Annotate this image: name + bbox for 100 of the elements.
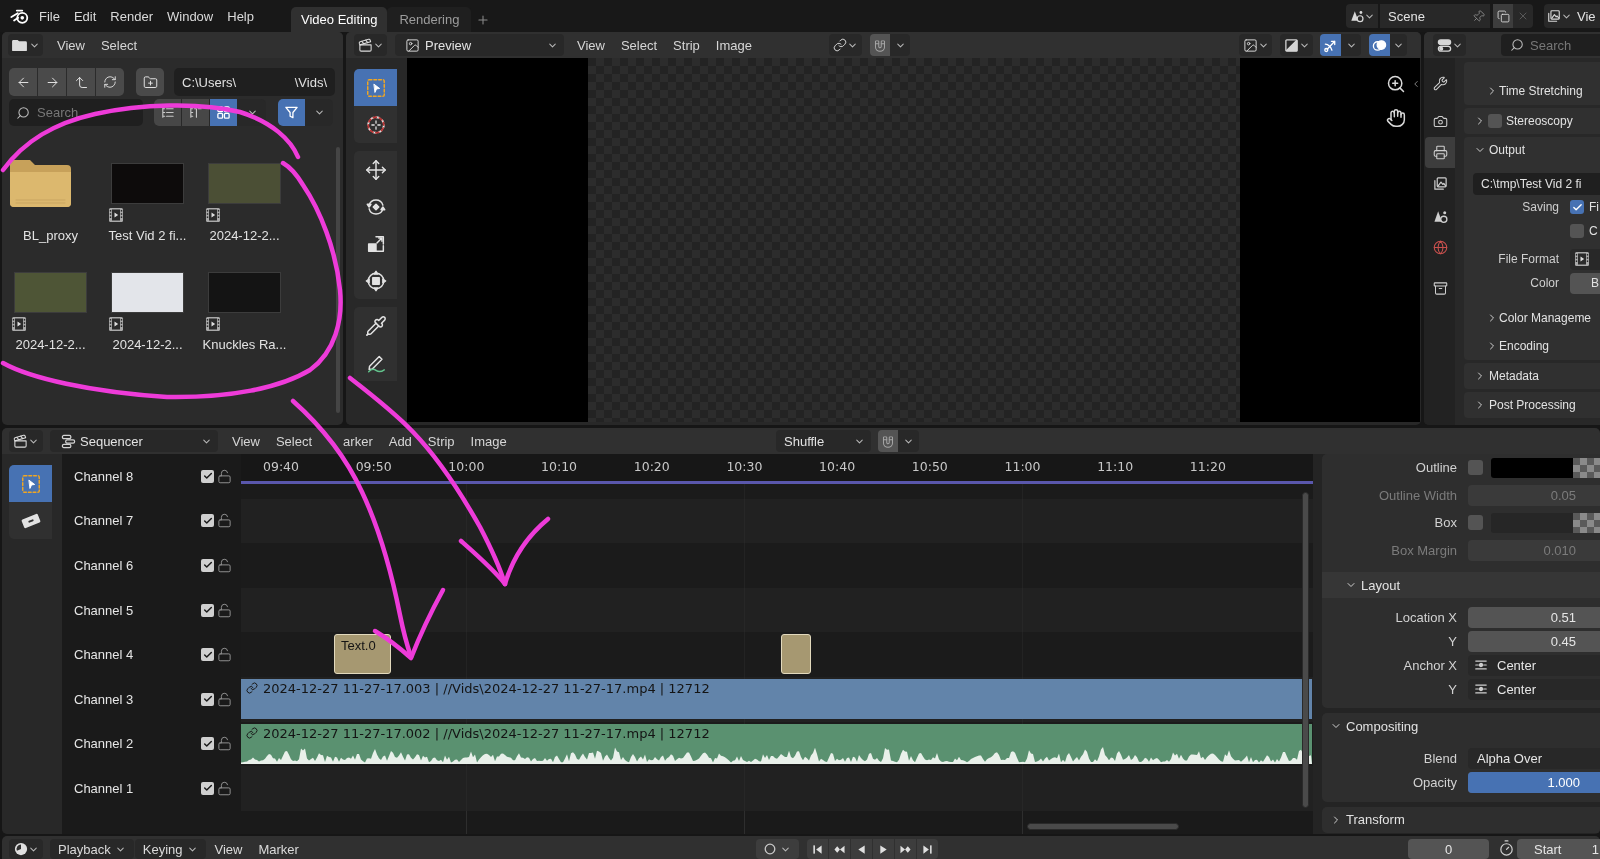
checkbox[interactable] <box>201 781 214 795</box>
menu-item[interactable]: View <box>49 34 93 56</box>
lock-open-icon[interactable] <box>217 513 232 529</box>
thumbnail-placeholder[interactable] <box>111 163 184 204</box>
gizmo-options-button[interactable] <box>1341 34 1361 56</box>
checkbox[interactable] <box>1468 460 1483 476</box>
new-folder-button[interactable] <box>136 68 164 96</box>
workspace-tab[interactable]: Video Editing <box>291 7 388 32</box>
text-strip[interactable]: Text.0 <box>334 634 391 675</box>
menu-item[interactable]: arker <box>320 430 381 452</box>
lock-open-icon[interactable] <box>217 468 232 484</box>
back-button[interactable] <box>9 68 37 96</box>
menu-item[interactable]: Image <box>707 34 760 56</box>
text-strip[interactable] <box>781 634 811 675</box>
menu-item[interactable]: Window <box>160 5 221 27</box>
stopwatch-icon[interactable] <box>1498 839 1515 857</box>
menu-item[interactable]: File <box>32 5 67 27</box>
menu-item[interactable]: Marker <box>250 839 307 859</box>
parent-folder-button[interactable] <box>67 68 95 96</box>
playback-button[interactable] <box>917 839 938 859</box>
menu-item[interactable]: Help <box>220 5 261 27</box>
search-field[interactable]: Search <box>1501 34 1600 56</box>
forward-button[interactable] <box>38 68 66 96</box>
section-title[interactable]: Stereoscopy <box>1506 115 1573 127</box>
editor-type-button[interactable] <box>9 430 43 452</box>
overlay-toggle[interactable] <box>1369 34 1390 56</box>
number-field[interactable]: 0.45 <box>1468 631 1600 653</box>
current-frame-field[interactable]: 0 <box>1408 839 1489 859</box>
workspace-tab[interactable]: Rendering <box>387 7 472 32</box>
properties-tab[interactable] <box>1425 137 1455 168</box>
scrollbar[interactable] <box>336 147 340 413</box>
color-swatch[interactable] <box>1491 457 1600 478</box>
format-dropdown[interactable] <box>1570 248 1600 270</box>
tool-button[interactable] <box>354 344 397 381</box>
section-title[interactable]: Compositing <box>1346 719 1419 733</box>
anchor-dropdown[interactable]: Center <box>1468 678 1600 700</box>
checkbox[interactable] <box>201 514 214 528</box>
menu-item[interactable]: Select <box>92 34 146 56</box>
menu-item[interactable]: Add <box>380 430 420 452</box>
checkbox[interactable] <box>201 469 214 483</box>
editor-type-button[interactable] <box>354 34 387 56</box>
tool-button[interactable] <box>354 151 397 188</box>
checkbox-label[interactable]: C <box>1589 225 1598 237</box>
checkbox[interactable] <box>201 648 214 662</box>
snap-options-button[interactable] <box>890 34 910 56</box>
opacity-slider[interactable]: 1.000 <box>1468 772 1600 794</box>
playback-button[interactable] <box>895 839 916 859</box>
file-name[interactable]: Test Vid 2 fi... <box>108 228 187 244</box>
file-name[interactable]: BL_proxy <box>23 228 78 244</box>
link-button[interactable] <box>829 34 862 56</box>
file-name[interactable]: Knuckles Ra... <box>202 337 287 353</box>
playback-button[interactable] <box>807 839 828 859</box>
section-title[interactable]: Layout <box>1361 578 1401 592</box>
playback-button[interactable] <box>851 839 872 859</box>
color-swatch[interactable] <box>1491 512 1600 533</box>
menu-dropdown[interactable]: Keying <box>134 839 206 859</box>
anchor-dropdown[interactable]: Center <box>1468 654 1600 676</box>
overlap-mode-dropdown[interactable]: Shuffle <box>776 430 871 452</box>
copy-button[interactable] <box>1493 4 1513 28</box>
tool-button[interactable] <box>354 262 397 299</box>
menu-item[interactable]: Render <box>103 5 160 27</box>
section-title[interactable]: Post Processing <box>1489 399 1576 411</box>
lock-open-icon[interactable] <box>217 691 232 707</box>
file-name[interactable]: 2024-12-2... <box>112 337 183 353</box>
path-field[interactable]: C:\tmp\Test Vid 2 fi <box>1473 173 1600 195</box>
hand-icon[interactable] <box>1386 108 1406 128</box>
gizmo-toggle[interactable] <box>1320 34 1341 56</box>
menu-item[interactable]: View <box>224 430 268 452</box>
section-title[interactable]: Color Manageme <box>1499 312 1592 324</box>
menu-item[interactable]: Select <box>267 430 321 452</box>
blend-dropdown[interactable]: Alpha Over <box>1468 748 1600 770</box>
menu-item[interactable]: View <box>206 839 251 859</box>
checkbox[interactable] <box>1468 515 1483 531</box>
section-title[interactable]: Encoding <box>1499 340 1550 352</box>
menu-item[interactable]: Image <box>462 430 515 452</box>
menu-item[interactable]: Strip <box>419 430 463 452</box>
thumbnail-placeholder[interactable] <box>208 163 281 204</box>
start-frame-field[interactable]: Start 1 <box>1517 839 1600 859</box>
editor-type-button[interactable] <box>9 839 43 859</box>
menu-item[interactable]: Strip <box>665 34 708 56</box>
tool-button[interactable] <box>9 502 52 539</box>
refresh-button[interactable] <box>96 68 124 96</box>
movie-strip[interactable]: 2024-12-27 11-27-17.003 | //Vids\2024-12-27 11-27-17.mp4 | 12712 <box>241 678 1312 719</box>
image-display-button[interactable] <box>1239 34 1272 56</box>
lock-open-icon[interactable] <box>217 647 232 663</box>
tool-button[interactable] <box>354 307 397 344</box>
checkbox-label[interactable]: Fi <box>1589 201 1599 213</box>
section-title[interactable]: Time Stretching <box>1499 85 1583 97</box>
checkbox[interactable] <box>1570 224 1584 238</box>
menu-item[interactable]: View <box>569 34 613 56</box>
thumbnail-placeholder[interactable] <box>14 272 87 313</box>
section-title[interactable]: Output <box>1489 144 1526 156</box>
view-mode-dropdown[interactable]: Preview <box>395 34 564 56</box>
checkbox[interactable] <box>1570 200 1584 214</box>
scene-name-field[interactable]: Scene <box>1380 4 1490 28</box>
menu-item[interactable]: Edit <box>66 5 104 27</box>
snap-toggle[interactable] <box>870 34 890 56</box>
number-field[interactable]: 0.51 <box>1468 607 1600 629</box>
snap-toggle[interactable] <box>878 430 898 452</box>
view-mode-dropdown[interactable]: Sequencer <box>50 430 218 452</box>
